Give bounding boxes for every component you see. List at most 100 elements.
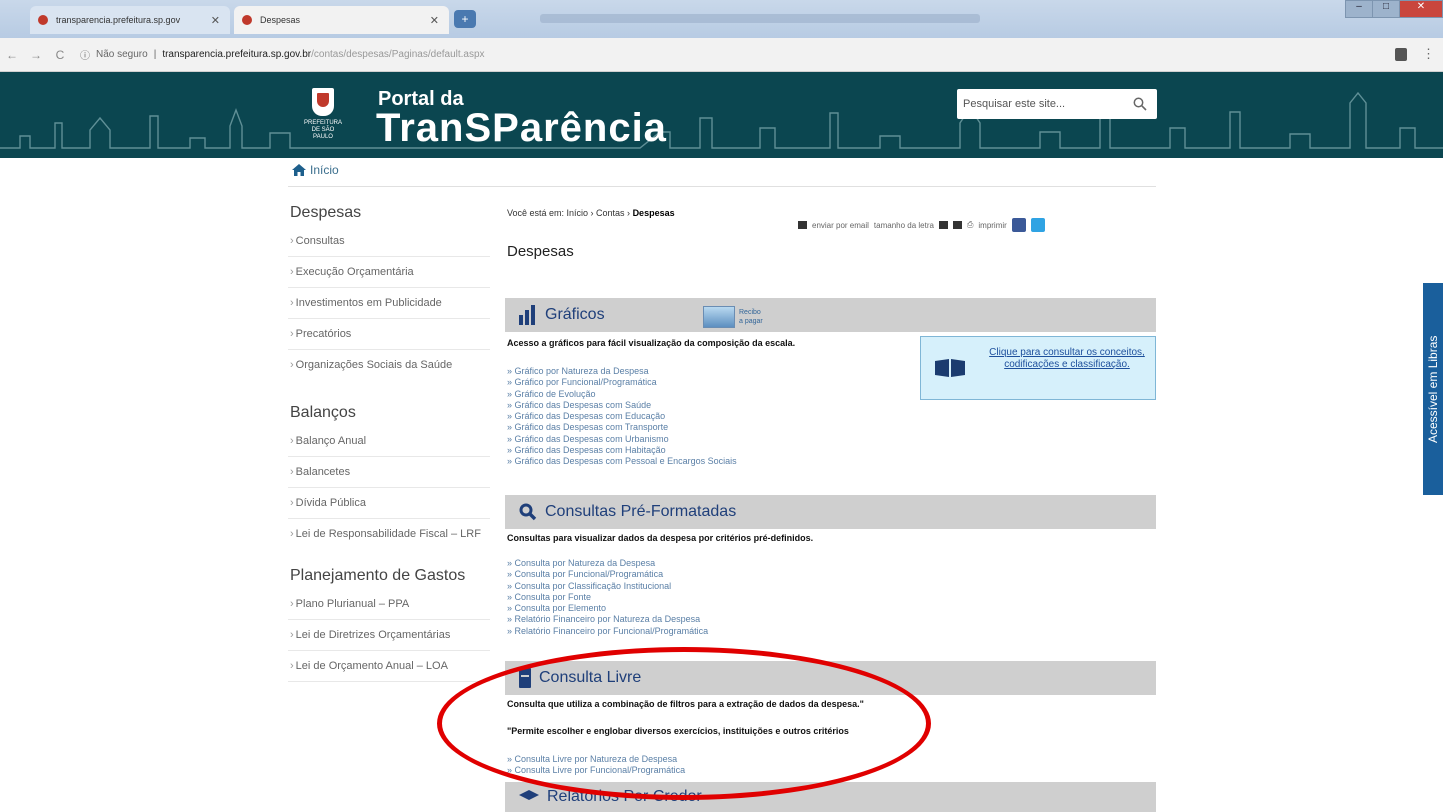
- sidebar-item-balanco-anual[interactable]: Balanço Anual: [288, 426, 490, 457]
- section-relatorios-header: Relatórios Por Credor: [505, 782, 1156, 812]
- conceitos-link[interactable]: Clique para consultar os conceitos, codi…: [983, 347, 1151, 371]
- minimize-icon[interactable]: –: [1345, 0, 1373, 18]
- link-item[interactable]: Gráfico por Natureza da Despesa: [507, 366, 737, 377]
- site-search-input[interactable]: Pesquisar este site...: [957, 89, 1157, 119]
- link-item[interactable]: Gráfico de Evolução: [507, 389, 737, 400]
- livre-links: Consulta Livre por Natureza de Despesa C…: [507, 754, 686, 777]
- url-field[interactable]: ⓘ Não seguro | transparencia.prefeitura.…: [80, 47, 485, 62]
- sidebar: Despesas Consultas Execução Orçamentária…: [288, 200, 490, 682]
- font-increase-icon[interactable]: [938, 221, 948, 229]
- link-item[interactable]: Gráfico das Despesas com Habitação: [507, 445, 737, 456]
- sidebar-item-oss[interactable]: Organizações Sociais da Saúde: [288, 350, 490, 380]
- search-icon[interactable]: [1133, 97, 1147, 111]
- browser-tab-transparencia[interactable]: transparencia.prefeitura.sp.gov ✕: [30, 6, 230, 34]
- maximize-icon[interactable]: □: [1372, 0, 1400, 18]
- section-description: Acesso a gráficos para fácil visualizaçã…: [507, 338, 796, 348]
- sidebar-item-ppa[interactable]: Plano Plurianual – PPA: [288, 589, 490, 620]
- conceitos-info-box[interactable]: Clique para consultar os conceitos, codi…: [920, 336, 1156, 400]
- url-host: transparencia.prefeitura.sp.gov.br: [162, 49, 312, 60]
- sidebar-item-lrf[interactable]: Lei de Responsabilidade Fiscal – LRF: [288, 519, 490, 549]
- url-path: /contas/despesas/Paginas/default.aspx: [311, 49, 485, 60]
- sidebar-group-title[interactable]: Despesas: [288, 200, 490, 226]
- sidebar-group-title[interactable]: Balanços: [288, 400, 490, 426]
- prefeitura-logo[interactable]: PREFEITURA DE SÃO PAULO: [302, 88, 344, 148]
- link-item[interactable]: Gráfico das Despesas com Urbanismo: [507, 434, 737, 445]
- link-item[interactable]: Gráfico das Despesas com Educação: [507, 411, 737, 422]
- sidebar-item-divida[interactable]: Dívida Pública: [288, 488, 490, 519]
- document-icon: [519, 668, 531, 688]
- email-link[interactable]: enviar por email: [812, 221, 869, 230]
- portal-header: PREFEITURA DE SÃO PAULO Portal da TranSP…: [0, 72, 1443, 158]
- breadcrumb: Você está em: Início › Contas › Despesas: [507, 208, 675, 218]
- sidebar-group-title[interactable]: Planejamento de Gastos: [288, 563, 490, 589]
- facebook-icon[interactable]: [1011, 218, 1026, 232]
- section-note: "Permite escolher e englobar diversos ex…: [507, 726, 849, 736]
- sidebar-item-consultas[interactable]: Consultas: [288, 226, 490, 257]
- recibo-link[interactable]: Recibo a pagar: [703, 306, 763, 328]
- browser-titlebar: transparencia.prefeitura.sp.gov ✕ Despes…: [0, 0, 1443, 38]
- book-icon: [935, 359, 965, 377]
- extension-icon[interactable]: [1395, 48, 1407, 61]
- twitter-icon[interactable]: [1030, 218, 1045, 232]
- tab-close-icon[interactable]: ✕: [211, 14, 220, 27]
- favicon-icon: [242, 15, 252, 25]
- font-size-label: tamanho da letra: [873, 220, 934, 230]
- link-item[interactable]: Consulta por Elemento: [507, 603, 708, 614]
- section-livre-header: Consulta Livre: [505, 661, 1156, 695]
- back-icon[interactable]: ←: [0, 48, 24, 62]
- skyline-decoration: [0, 91, 1443, 149]
- security-label: Não seguro: [96, 49, 148, 60]
- link-item[interactable]: Gráfico das Despesas com Transporte: [507, 422, 737, 433]
- sidebar-item-balancetes[interactable]: Balancetes: [288, 457, 490, 488]
- print-link[interactable]: imprimir: [978, 221, 1006, 230]
- home-link[interactable]: Início: [292, 163, 339, 177]
- divider: [288, 186, 1156, 187]
- close-window-icon[interactable]: ✕: [1399, 0, 1443, 18]
- link-item[interactable]: Consulta por Classificação Institucional: [507, 581, 708, 592]
- chart-thumbnail-icon: [703, 306, 735, 328]
- browser-menu-icon[interactable]: ⋮: [1422, 46, 1435, 62]
- graduation-icon: [519, 790, 539, 800]
- sidebar-item-loa[interactable]: Lei de Orçamento Anual – LOA: [288, 651, 490, 682]
- tab-label: transparencia.prefeitura.sp.gov: [56, 15, 181, 25]
- new-tab-button[interactable]: +: [454, 10, 476, 28]
- link-item[interactable]: Consulta Livre por Funcional/Programátic…: [507, 765, 686, 776]
- window-title-blur: [540, 14, 980, 23]
- link-item[interactable]: Gráfico das Despesas com Pessoal e Encar…: [507, 456, 737, 467]
- section-graficos-header: Gráficos: [505, 298, 1156, 332]
- home-icon: [292, 164, 306, 176]
- info-icon[interactable]: ⓘ: [80, 47, 90, 62]
- link-item[interactable]: Relatório Financeiro por Funcional/Progr…: [507, 626, 709, 637]
- libras-accessibility-tab[interactable]: Acessível em Libras: [1423, 283, 1443, 495]
- portal-title-big[interactable]: TranSParência: [376, 106, 667, 151]
- reload-icon[interactable]: C: [48, 48, 72, 62]
- search-icon: [519, 503, 537, 521]
- link-item[interactable]: Gráfico das Despesas com Saúde: [507, 400, 737, 411]
- link-item[interactable]: Consulta Livre por Natureza de Despesa: [507, 754, 685, 765]
- font-decrease-icon[interactable]: [952, 221, 962, 229]
- tab-close-icon[interactable]: ✕: [430, 14, 439, 27]
- section-description: Consultas para visualizar dados da despe…: [507, 533, 814, 543]
- section-consultas-header: Consultas Pré-Formatadas: [505, 495, 1156, 529]
- link-item[interactable]: Relatório Financeiro por Natureza da Des…: [507, 614, 708, 625]
- sidebar-item-precatorios[interactable]: Precatórios: [288, 319, 490, 350]
- print-icon[interactable]: ⎙: [967, 220, 973, 230]
- consultas-links: Consulta por Natureza da Despesa Consult…: [507, 558, 709, 637]
- link-item[interactable]: Consulta por Fonte: [507, 592, 708, 603]
- bar-chart-icon: [519, 305, 535, 325]
- tab-label: Despesas: [260, 15, 301, 25]
- page-tools: enviar por email tamanho da letra ⎙ impr…: [798, 218, 1045, 232]
- sidebar-item-publicidade[interactable]: Investimentos em Publicidade: [288, 288, 490, 319]
- browser-tab-despesas[interactable]: Despesas ✕: [234, 6, 449, 34]
- crest-icon: [312, 88, 334, 116]
- forward-icon[interactable]: →: [24, 48, 48, 62]
- link-item[interactable]: Consulta por Funcional/Programática: [507, 569, 708, 580]
- link-item[interactable]: Gráfico por Funcional/Programática: [507, 377, 737, 388]
- link-item[interactable]: Consulta por Natureza da Despesa: [507, 558, 708, 569]
- section-description: Consulta que utiliza a combinação de fil…: [507, 699, 864, 709]
- page-title: Despesas: [507, 243, 574, 260]
- sidebar-item-ldo[interactable]: Lei de Diretrizes Orçamentárias: [288, 620, 490, 651]
- email-icon[interactable]: [798, 221, 807, 229]
- window-controls: – □ ✕: [1345, 0, 1443, 20]
- sidebar-item-execucao[interactable]: Execução Orçamentária: [288, 257, 490, 288]
